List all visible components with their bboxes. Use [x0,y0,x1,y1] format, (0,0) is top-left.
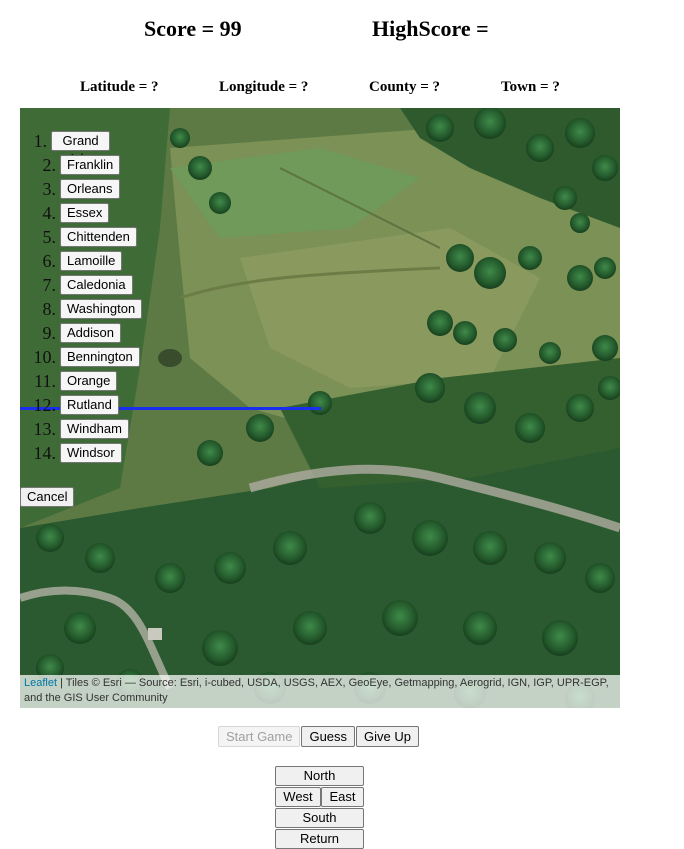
county-number: 11. [34,370,56,391]
county-number: 6. [42,250,57,271]
highscore-display: HighScore = [372,16,489,41]
county-number: 14. [33,442,57,463]
county-item: 8. Washington [20,298,143,320]
game-controls: Start Game Guess Give Up [218,726,420,747]
county-button-windsor[interactable]: Windsor [60,443,122,463]
county-button-caledonia[interactable]: Caledonia [60,275,133,295]
county-number: 12. [33,394,57,415]
county-number: 3. [42,178,57,199]
county-button-grand-isle[interactable]: Grand Isle [51,131,111,166]
county-item: 12. Rutland [20,394,119,416]
north-button[interactable]: North [275,766,364,786]
leaflet-link[interactable]: Leaflet [24,677,57,689]
county-number: 4. [42,202,57,223]
county-item: 2. Franklin [20,154,121,176]
county-button-orange[interactable]: Orange [60,371,118,391]
county-number: 7. [42,274,57,295]
county-button-washington[interactable]: Washington [60,299,143,319]
county-item: 5. Chittenden [20,226,137,248]
county-item: 4. Essex [20,202,110,224]
map-attribution: Leaflet | Tiles © Esri — Source: Esri, i… [20,675,620,708]
west-east-row: West East [275,787,364,807]
county-item: 11. Orange [20,370,118,392]
west-button[interactable]: West [275,787,321,807]
county-button-windham[interactable]: Windham [60,419,129,439]
county-item: 9. Addison [20,322,121,344]
county-button-rutland[interactable]: Rutland [60,395,119,415]
county-number: 8. [42,298,57,319]
score-display: Score = 99 [144,16,242,41]
county-label: County = ? [369,79,441,95]
county-button-bennington[interactable]: Bennington [60,347,140,367]
latitude-label: Latitude = ? [80,79,159,95]
county-item: 7. Caledonia [20,274,133,296]
county-button-essex[interactable]: Essex [60,203,110,223]
east-button[interactable]: East [321,787,364,807]
county-item: 6. Lamoille [20,250,123,272]
town-label: Town = ? [501,79,560,95]
county-number: 13. [33,418,57,439]
attribution-text: | Tiles © Esri — Source: Esri, i-cubed, … [24,677,609,704]
guess-button[interactable]: Guess [301,726,356,747]
county-button-franklin[interactable]: Franklin [60,155,121,175]
satellite-map[interactable]: 1. Grand Isle 2. Franklin 3. Orleans 4. … [20,108,620,708]
county-item: 14. Windsor [20,442,122,464]
county-item: 10. Bennington [20,346,140,368]
county-button-addison[interactable]: Addison [60,323,121,343]
county-button-orleans[interactable]: Orleans [60,179,120,199]
county-number: 2. [42,154,57,175]
county-number: 5. [42,226,57,247]
south-button[interactable]: South [275,808,364,828]
give-up-button[interactable]: Give Up [356,726,420,747]
county-button-lamoille[interactable]: Lamoille [60,251,123,271]
county-number: 1. [33,130,48,151]
county-number: 10. [33,346,57,367]
county-number: 9. [42,322,57,343]
start-game-button[interactable]: Start Game [218,726,301,747]
county-button-chittenden[interactable]: Chittenden [60,227,137,247]
longitude-label: Longitude = ? [219,79,309,95]
return-button[interactable]: Return [275,829,364,849]
county-item: 1. Grand Isle [20,130,111,166]
county-item: 13. Windham [20,418,129,440]
county-item: 3. Orleans [20,178,120,200]
cancel-button[interactable]: Cancel [20,487,75,507]
